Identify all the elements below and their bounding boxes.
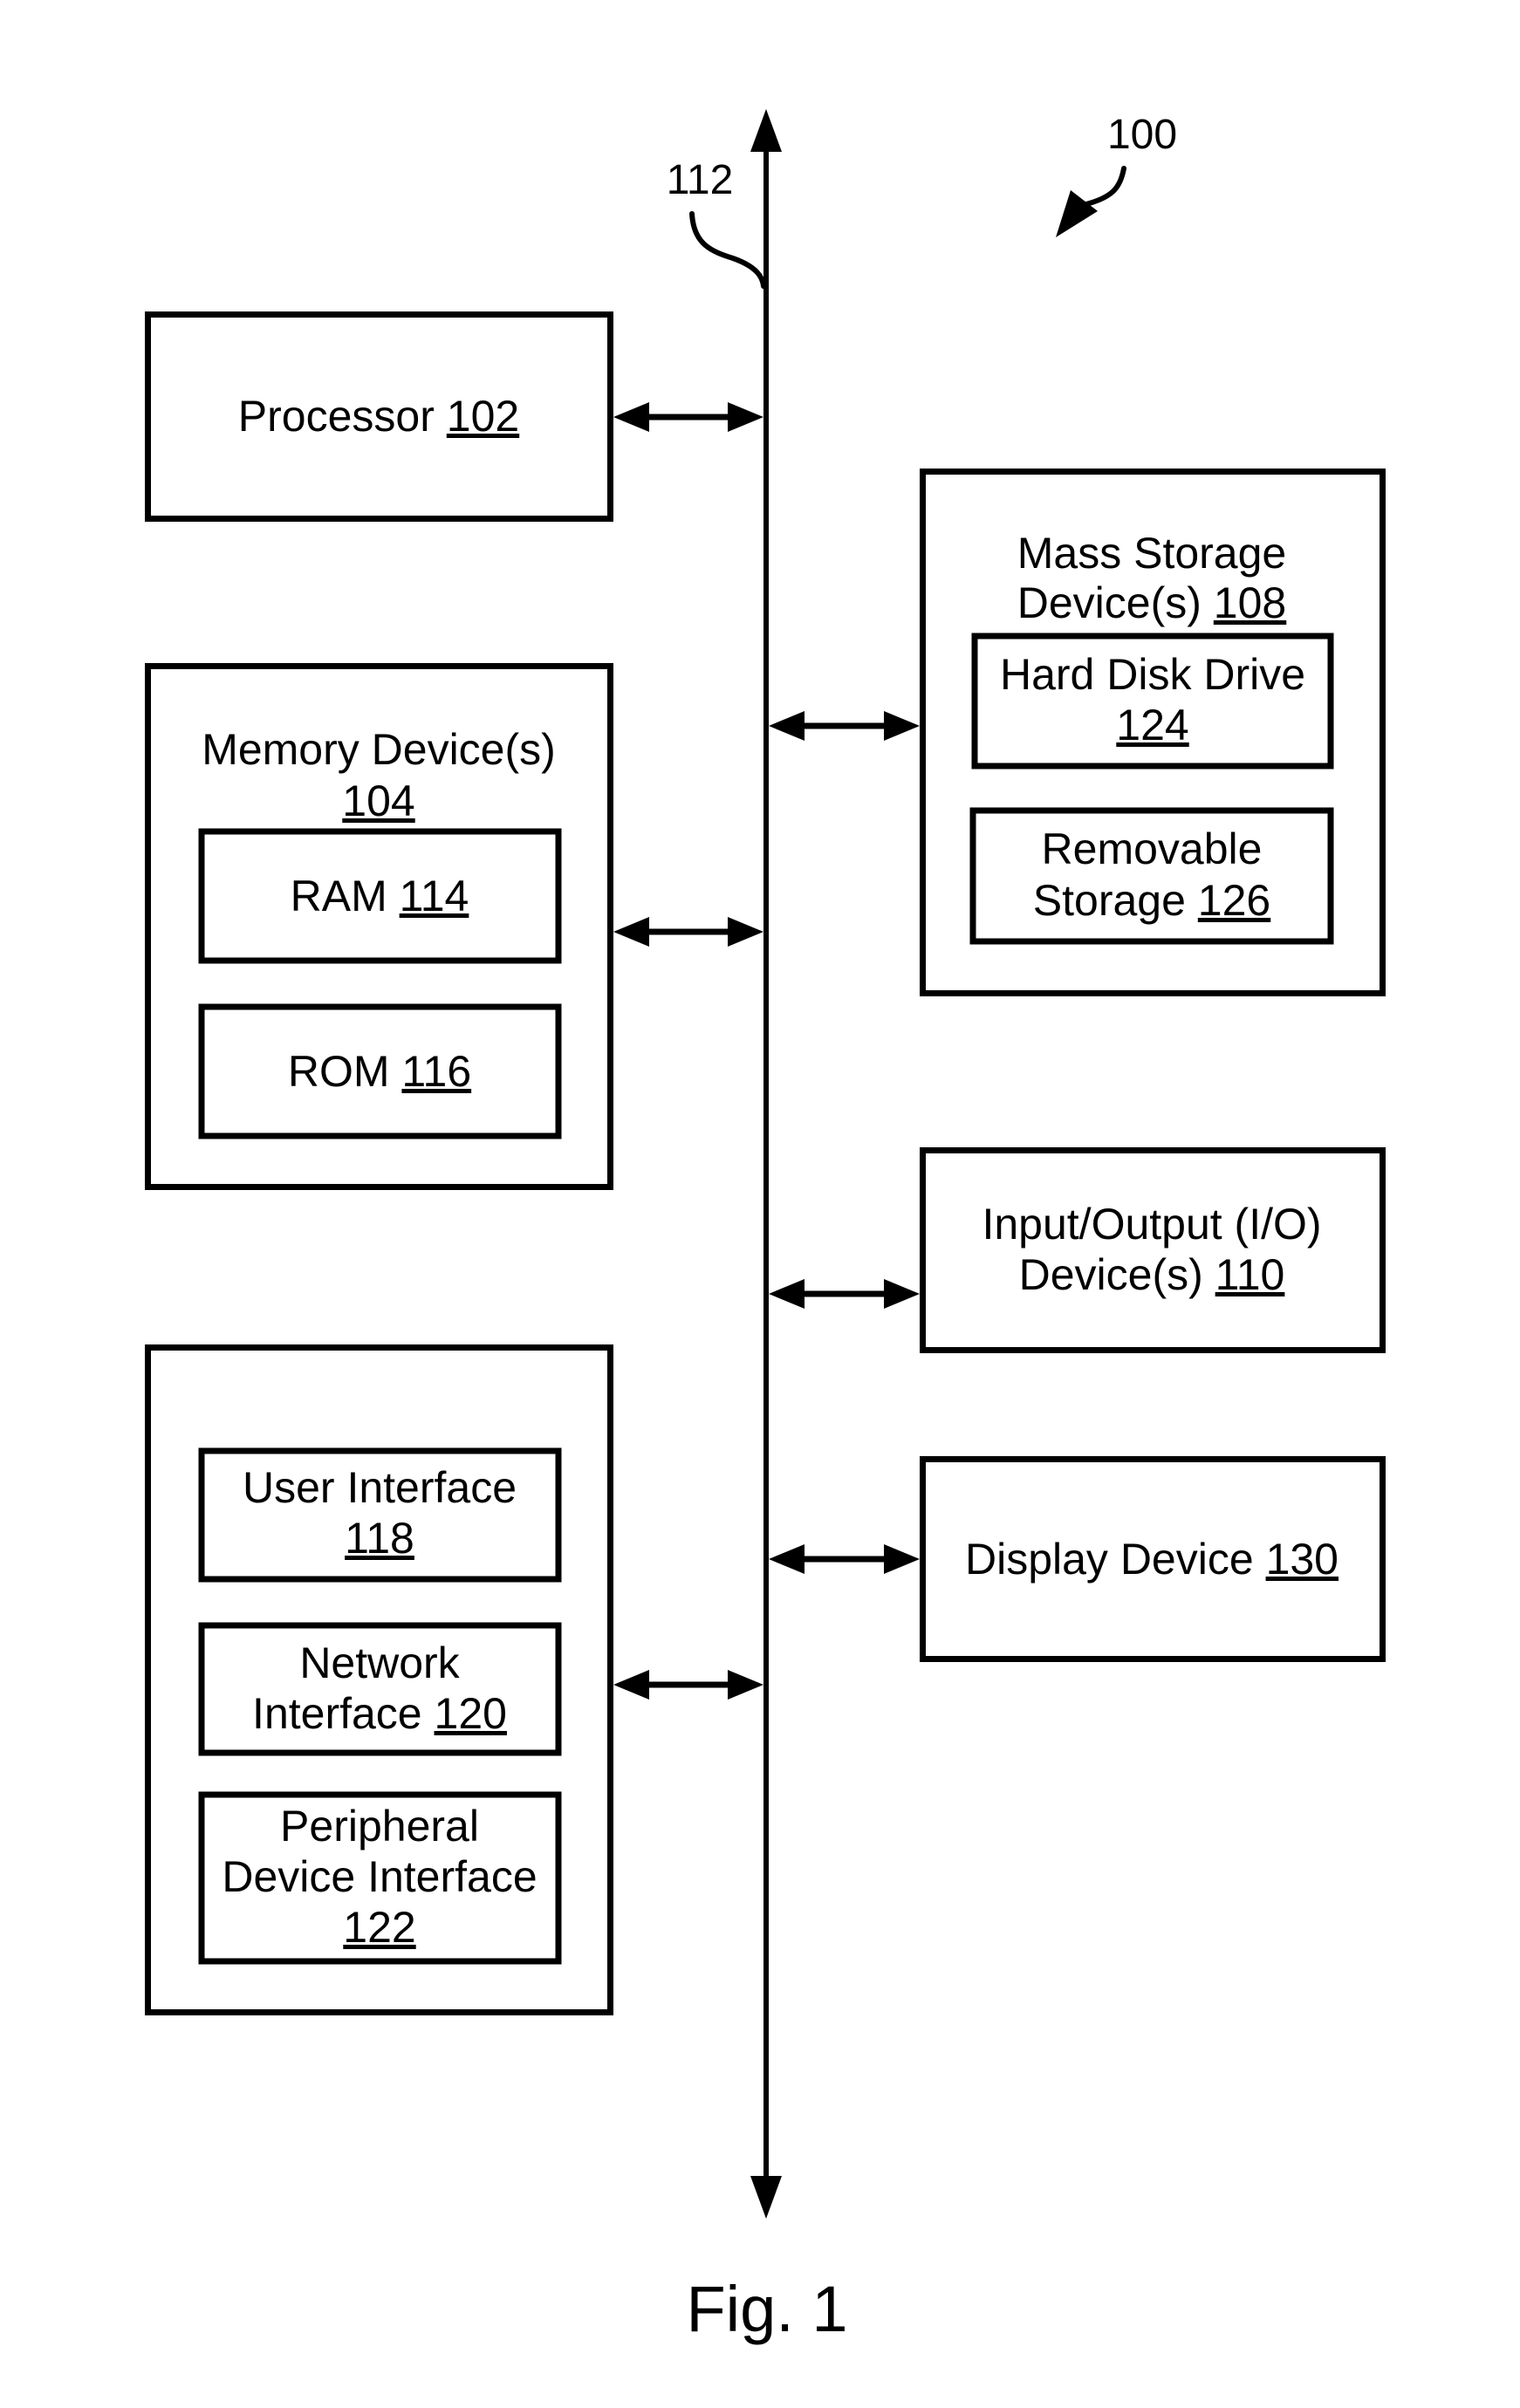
arrow-right-icon	[728, 402, 763, 432]
arrow-right-icon	[884, 711, 920, 741]
memory-label: Memory Device(s)	[202, 725, 556, 774]
arrow-right-icon	[728, 917, 763, 947]
io-label-line1: Input/Output (I/O)	[982, 1200, 1321, 1248]
network-interface-block: Network Interface 120	[198, 1622, 562, 1756]
system-leader-line	[1084, 166, 1126, 207]
bus-leader-line	[689, 211, 766, 289]
interfaces-block: User Interface 118 Network Interface 120…	[145, 1344, 613, 2015]
arrow-bus-display	[769, 1544, 920, 1574]
bus-arrow-down-icon	[750, 2176, 782, 2219]
bus-arrow-up-icon	[750, 109, 782, 152]
arrow-right-icon	[884, 1544, 920, 1574]
mass-storage-label-line1: Mass Storage	[1017, 529, 1286, 578]
display-block: Display Device 130	[920, 1456, 1386, 1662]
processor-block: Processor 102	[145, 311, 613, 522]
peripheral-interface-label-line1: Peripheral	[280, 1802, 479, 1850]
ram-block: RAM 114	[198, 828, 562, 964]
arrow-bus-io	[769, 1279, 920, 1309]
rom-label: ROM 116	[288, 1047, 471, 1096]
mass-storage-label-line2: Device(s) 108	[1017, 578, 1286, 627]
bus	[750, 109, 782, 2219]
arrow-left-icon	[769, 711, 805, 741]
removable-storage-label-line2: Storage 126	[1033, 876, 1270, 925]
hdd-block: Hard Disk Drive 124	[971, 633, 1334, 770]
user-interface-label: User Interface	[243, 1463, 517, 1512]
removable-storage-block: Removable Storage 126	[969, 807, 1334, 945]
figure-caption: Fig. 1	[686, 2273, 847, 2345]
user-interface-ref: 118	[345, 1514, 414, 1563]
peripheral-interface-ref: 122	[343, 1903, 415, 1952]
arrow-interfaces-bus	[613, 1670, 763, 1700]
arrow-bus-mass-storage	[769, 711, 920, 741]
arrow-processor-bus	[613, 402, 763, 432]
arrow-left-icon	[613, 1670, 649, 1700]
processor-label: Processor 102	[238, 392, 519, 441]
bus-reference-label: 112	[667, 157, 734, 203]
peripheral-interface-block: Peripheral Device Interface 122	[198, 1791, 562, 1965]
arrow-left-icon	[769, 1544, 805, 1574]
arrow-memory-bus	[613, 917, 763, 947]
hdd-ref: 124	[1116, 701, 1188, 749]
io-block: Input/Output (I/O) Device(s) 110	[920, 1147, 1386, 1353]
removable-storage-label-line1: Removable	[1042, 824, 1263, 873]
rom-block: ROM 116	[198, 1003, 562, 1139]
memory-block: Memory Device(s) 104 RAM 114 ROM 116	[145, 663, 613, 1190]
user-interface-block: User Interface 118	[198, 1447, 562, 1583]
arrow-left-icon	[613, 917, 649, 947]
network-interface-label-line2: Interface 120	[252, 1689, 507, 1738]
mass-storage-block: Mass Storage Device(s) 108 Hard Disk Dri…	[920, 469, 1386, 996]
arrow-right-icon	[728, 1670, 763, 1700]
arrow-left-icon	[613, 402, 649, 432]
network-interface-label-line1: Network	[299, 1638, 460, 1687]
hdd-label: Hard Disk Drive	[1000, 650, 1305, 699]
memory-ref: 104	[342, 776, 414, 825]
system-leader-arrow-icon	[1056, 190, 1098, 237]
io-label-line2: Device(s) 110	[1019, 1250, 1285, 1299]
peripheral-interface-label-line2: Device Interface	[222, 1852, 537, 1901]
system-reference-label: 100	[1107, 112, 1177, 158]
arrow-right-icon	[884, 1279, 920, 1309]
display-label: Display Device 130	[965, 1535, 1339, 1584]
block-diagram: 112 100 Processor 102 Memory Device(s) 1…	[145, 109, 1386, 2345]
ram-label: RAM 114	[291, 872, 469, 920]
arrow-left-icon	[769, 1279, 805, 1309]
